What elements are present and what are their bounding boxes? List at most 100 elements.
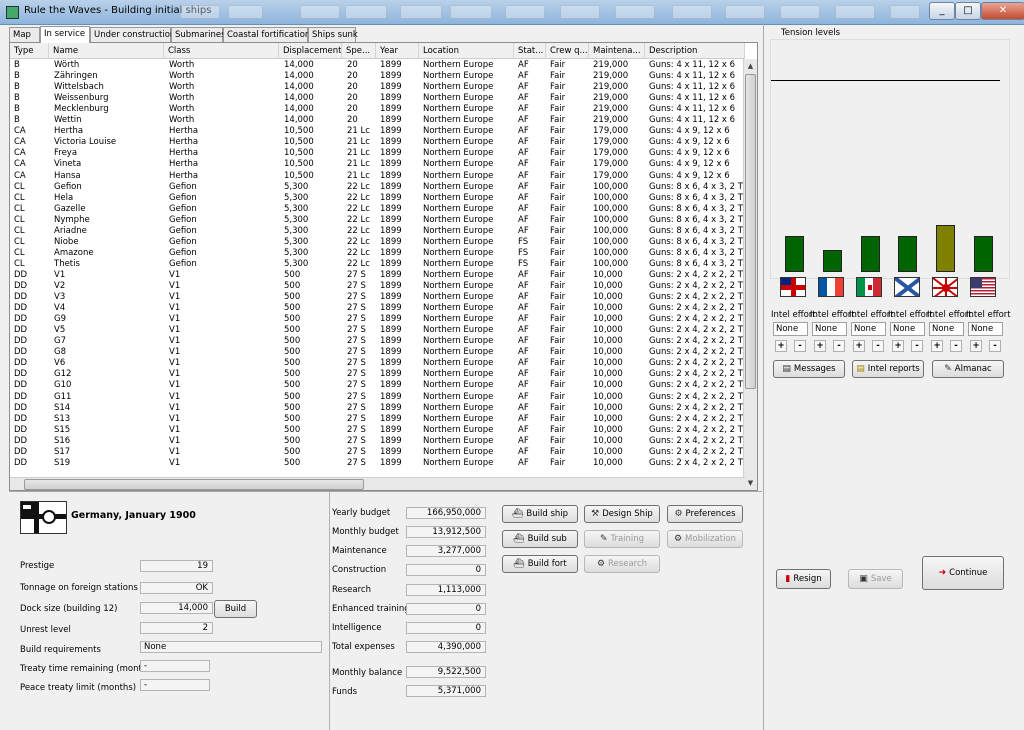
cell-speed: 27 S: [347, 413, 366, 424]
column-header-location[interactable]: Location: [419, 43, 514, 59]
almanac-button[interactable]: ✎ Almanac: [932, 360, 1004, 378]
table-row[interactable]: B Weissenburg Worth 14,000 20 1899 Northern Eu…: [10, 93, 743, 104]
column-header-name[interactable]: Name: [49, 43, 164, 59]
table-row[interactable]: B Wörth Worth 14,000 20 1899 Northern Europe AF…: [10, 60, 743, 71]
build-dock-button[interactable]: Build: [214, 600, 257, 618]
tab-ships-sunk[interactable]: Ships sunk: [308, 27, 358, 42]
intel-decrease-button[interactable]: -: [833, 340, 845, 352]
intel-increase-button[interactable]: +: [931, 340, 943, 352]
table-row[interactable]: DD V1 V1 500 27 S 1899 Northern Europe AF Fair 10…: [10, 270, 743, 281]
column-header-maintenance[interactable]: Maintena...: [589, 43, 645, 59]
tab-in-service[interactable]: In service: [40, 26, 90, 43]
cell-type: CL: [14, 203, 25, 214]
table-row[interactable]: CA Victoria Louise Hertha 10,500 21 Lc 1899 No…: [10, 137, 743, 148]
horizontal-scroll-thumb[interactable]: [24, 479, 364, 490]
build-ship-button[interactable]: ⛴ Build ship: [502, 505, 578, 523]
tab-coastal-fortifications[interactable]: Coastal fortifications: [223, 27, 315, 42]
intel-increase-button[interactable]: +: [970, 340, 982, 352]
intel-increase-button[interactable]: +: [814, 340, 826, 352]
table-row[interactable]: CL Gazelle Gefion 5,300 22 Lc 1899 Northern Eu…: [10, 204, 743, 215]
column-header-crew-quality[interactable]: Crew q...: [546, 43, 589, 59]
table-row[interactable]: DD G10 V1 500 27 S 1899 Northern Europe AF Fair 1…: [10, 380, 743, 391]
tab-map[interactable]: Map: [9, 27, 40, 42]
table-row[interactable]: DD V3 V1 500 27 S 1899 Northern Europe AF Fair 10…: [10, 292, 743, 303]
intel-effort-value[interactable]: None: [812, 322, 847, 336]
table-row[interactable]: CL Gefion Gefion 5,300 22 Lc 1899 Northern Eur…: [10, 182, 743, 193]
intel-decrease-button[interactable]: -: [872, 340, 884, 352]
intel-reports-button[interactable]: ▤ Intel reports: [852, 360, 924, 378]
column-header-displacement[interactable]: Displacement: [279, 43, 342, 59]
table-row[interactable]: CA Hansa Hertha 10,500 21 Lc 1899 Northern Eur…: [10, 171, 743, 182]
column-header-class[interactable]: Class: [164, 43, 279, 59]
table-row[interactable]: DD V5 V1 500 27 S 1899 Northern Europe AF Fair 10…: [10, 325, 743, 336]
intel-effort-value[interactable]: None: [890, 322, 925, 336]
table-row[interactable]: CL Amazone Gefion 5,300 22 Lc 1899 Northern Eu…: [10, 248, 743, 259]
build-fort-button[interactable]: ⛴ Build fort: [502, 555, 578, 573]
table-row[interactable]: DD S15 V1 500 27 S 1899 Northern Europe AF Fair 1…: [10, 425, 743, 436]
table-row[interactable]: DD V4 V1 500 27 S 1899 Northern Europe AF Fair 10…: [10, 303, 743, 314]
cell-maintenance: 10,000: [593, 303, 623, 314]
column-header-type[interactable]: Type: [10, 43, 49, 59]
column-header-status[interactable]: Stat...: [514, 43, 546, 59]
table-row[interactable]: DD V6 V1 500 27 S 1899 Northern Europe AF Fair 10…: [10, 358, 743, 369]
preferences-button[interactable]: ⚙ Preferences: [667, 505, 743, 523]
intel-effort-value[interactable]: None: [929, 322, 964, 336]
tab-under-construction[interactable]: Under construction: [90, 27, 175, 42]
intel-increase-button[interactable]: +: [853, 340, 865, 352]
horizontal-scrollbar[interactable]: [10, 477, 745, 490]
table-row[interactable]: CA Vineta Hertha 10,500 21 Lc 1899 Northern Eu…: [10, 159, 743, 170]
intel-decrease-button[interactable]: -: [911, 340, 923, 352]
table-row[interactable]: DD G7 V1 500 27 S 1899 Northern Europe AF Fair 10…: [10, 336, 743, 347]
table-row[interactable]: DD S17 V1 500 27 S 1899 Northern Europe AF Fair 1…: [10, 447, 743, 458]
intel-effort-value[interactable]: None: [851, 322, 886, 336]
table-row[interactable]: CL Hela Gefion 5,300 22 Lc 1899 Northern Europ…: [10, 193, 743, 204]
scroll-down-arrow-icon[interactable]: ▼: [744, 476, 757, 490]
training-button[interactable]: ✎ Training: [584, 530, 660, 548]
table-row[interactable]: B Wettin Worth 14,000 20 1899 Northern Europe A…: [10, 115, 743, 126]
intel-increase-button[interactable]: +: [775, 340, 787, 352]
table-row[interactable]: DD S14 V1 500 27 S 1899 Northern Europe AF Fair 1…: [10, 403, 743, 414]
table-row[interactable]: CL Nymphe Gefion 5,300 22 Lc 1899 Northern Eur…: [10, 215, 743, 226]
vertical-scroll-thumb[interactable]: [745, 74, 756, 389]
table-row[interactable]: DD G11 V1 500 27 S 1899 Northern Europe AF Fair 1…: [10, 392, 743, 403]
cell-class: V1: [169, 347, 181, 358]
column-header-speed[interactable]: Spe...: [342, 43, 376, 59]
cell-location: Northern Europe: [423, 203, 494, 214]
tab-submarines[interactable]: Submarines: [171, 27, 226, 42]
minimize-button[interactable]: _: [929, 2, 955, 20]
table-row[interactable]: DD G9 V1 500 27 S 1899 Northern Europe AF Fair 10…: [10, 314, 743, 325]
table-row[interactable]: DD V2 V1 500 27 S 1899 Northern Europe AF Fair 10…: [10, 281, 743, 292]
mobilization-button[interactable]: ⚙ Mobilization: [667, 530, 743, 548]
table-row[interactable]: DD S16 V1 500 27 S 1899 Northern Europe AF Fair 1…: [10, 436, 743, 447]
table-row[interactable]: DD S13 V1 500 27 S 1899 Northern Europe AF Fair 1…: [10, 414, 743, 425]
close-button[interactable]: ✕: [981, 2, 1024, 20]
table-row[interactable]: CL Thetis Gefion 5,300 22 Lc 1899 Northern Eur…: [10, 259, 743, 270]
table-row[interactable]: CL Niobe Gefion 5,300 22 Lc 1899 Northern Euro…: [10, 237, 743, 248]
intel-effort-value[interactable]: None: [773, 322, 808, 336]
build-sub-button[interactable]: ⛴ Build sub: [502, 530, 578, 548]
messages-button[interactable]: ▤ Messages: [773, 360, 845, 378]
intel-effort-value[interactable]: None: [968, 322, 1003, 336]
table-row[interactable]: CL Ariadne Gefion 5,300 22 Lc 1899 Northern Eu…: [10, 226, 743, 237]
intel-decrease-button[interactable]: -: [950, 340, 962, 352]
cell-crew-quality: Fair: [550, 159, 566, 170]
table-row[interactable]: B Zähringen Worth 14,000 20 1899 Northern Euro…: [10, 71, 743, 82]
table-row[interactable]: CA Freya Hertha 10,500 21 Lc 1899 Northern Eur…: [10, 148, 743, 159]
vertical-scrollbar[interactable]: ▲ ▼: [743, 59, 757, 490]
column-header-description[interactable]: Description: [645, 43, 745, 59]
column-header-year[interactable]: Year: [376, 43, 419, 59]
maximize-button[interactable]: □: [955, 2, 981, 20]
cell-maintenance: 10,000: [593, 380, 623, 391]
intel-increase-button[interactable]: +: [892, 340, 904, 352]
table-row[interactable]: B Wittelsbach Worth 14,000 20 1899 Northern Eu…: [10, 82, 743, 93]
table-row[interactable]: CA Hertha Hertha 10,500 21 Lc 1899 Northern Eu…: [10, 126, 743, 137]
research-button[interactable]: ⚙ Research: [584, 555, 660, 573]
scroll-up-arrow-icon[interactable]: ▲: [744, 59, 757, 73]
intel-decrease-button[interactable]: -: [989, 340, 1001, 352]
intel-decrease-button[interactable]: -: [794, 340, 806, 352]
table-row[interactable]: DD G12 V1 500 27 S 1899 Northern Europe AF Fair 1…: [10, 369, 743, 380]
design-ship-button[interactable]: ⚒ Design Ship: [584, 505, 660, 523]
table-row[interactable]: B Mecklenburg Worth 14,000 20 1899 Northern Eu…: [10, 104, 743, 115]
table-row[interactable]: DD G8 V1 500 27 S 1899 Northern Europe AF Fair 10…: [10, 347, 743, 358]
table-row[interactable]: DD S19 V1 500 27 S 1899 Northern Europe AF Fair 1…: [10, 458, 743, 469]
